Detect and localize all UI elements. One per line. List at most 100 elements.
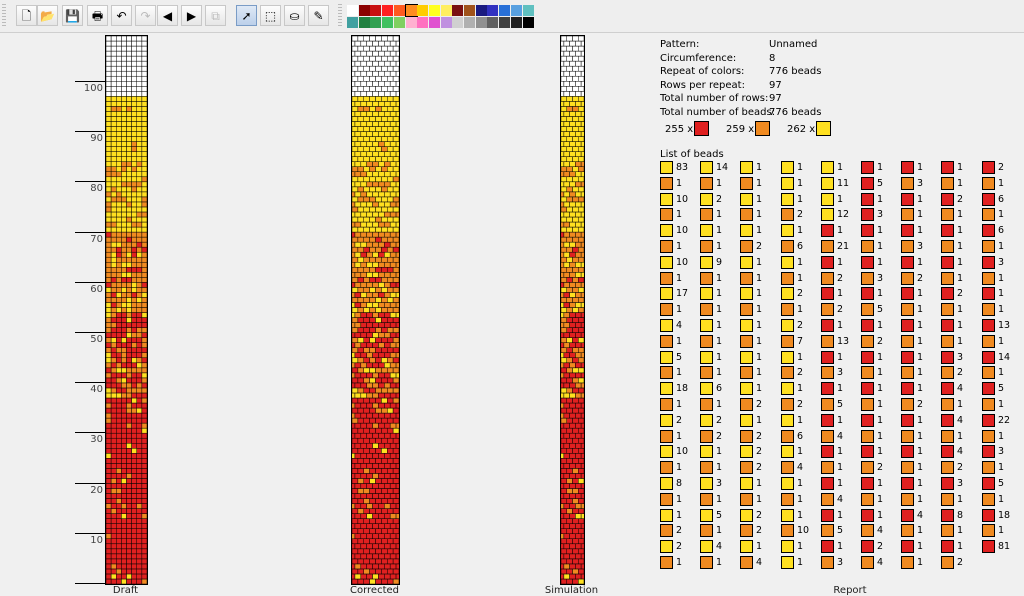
bead: [141, 161, 147, 167]
fill-bucket-icon[interactable]: ⛀: [284, 5, 305, 26]
bead: [141, 422, 147, 429]
palette-swatch[interactable]: [522, 17, 534, 28]
bead: [369, 106, 376, 112]
bead: [121, 498, 127, 504]
save-icon[interactable]: 💾: [62, 5, 83, 26]
bead-count: 2: [957, 193, 964, 205]
bead-swatch: [982, 161, 995, 174]
palette-swatch[interactable]: [382, 5, 394, 16]
bead: [352, 226, 359, 233]
palette-swatch[interactable]: [370, 5, 382, 16]
palette-grip[interactable]: [338, 4, 342, 28]
palette-swatch[interactable]: [510, 17, 522, 28]
bead: [354, 553, 362, 560]
bead: [116, 272, 122, 278]
bead: [389, 573, 397, 580]
palette-swatch[interactable]: [417, 5, 429, 16]
corrected-view[interactable]: [351, 35, 400, 585]
palette-swatch[interactable]: [358, 5, 370, 16]
bead: [352, 236, 359, 243]
palette-swatch[interactable]: [499, 17, 511, 28]
palette-swatch[interactable]: [370, 17, 382, 28]
palette-swatch[interactable]: [347, 17, 358, 28]
bead-count: 1: [797, 541, 804, 553]
bead: [352, 508, 359, 514]
open-folder-icon[interactable]: 📂: [37, 5, 58, 26]
palette-swatch[interactable]: [358, 17, 370, 28]
palette-swatch[interactable]: [522, 5, 534, 16]
redo-icon[interactable]: ↷: [135, 5, 156, 26]
bead: [375, 397, 382, 404]
bead: [392, 448, 399, 454]
palette-swatch[interactable]: [475, 17, 487, 28]
bead: [566, 437, 573, 444]
bead: [389, 221, 397, 228]
palette-swatch[interactable]: [417, 17, 429, 28]
bead: [106, 292, 112, 298]
bead: [126, 282, 132, 288]
palette-swatch[interactable]: [464, 5, 475, 16]
palette-swatch[interactable]: [404, 4, 418, 17]
shift-left-icon[interactable]: ◀: [157, 5, 178, 26]
bead: [384, 402, 391, 409]
bead: [136, 347, 143, 353]
bead: [121, 121, 127, 127]
new-file-icon[interactable]: 🗋: [16, 5, 37, 26]
bead: [372, 513, 379, 519]
bead: [381, 256, 388, 263]
palette-swatch[interactable]: [487, 17, 499, 28]
palette-swatch[interactable]: [499, 5, 511, 16]
bead-count: 1: [716, 335, 723, 347]
bead: [354, 312, 362, 318]
bead: [387, 377, 394, 384]
bead: [389, 322, 397, 328]
palette-swatch[interactable]: [382, 17, 394, 28]
palette-swatch[interactable]: [393, 17, 405, 28]
bead: [136, 317, 143, 323]
palette-swatch[interactable]: [428, 17, 440, 28]
bead: [141, 206, 147, 213]
color-picker-icon[interactable]: ✎: [308, 5, 329, 26]
bead: [387, 317, 394, 323]
print-icon[interactable]: 🖶: [87, 5, 108, 26]
rectangle-select-icon[interactable]: ⬚: [260, 5, 281, 26]
bead: [126, 201, 132, 208]
palette-swatch[interactable]: [487, 5, 499, 16]
undo-icon[interactable]: ↶: [111, 5, 132, 26]
bead: [578, 146, 584, 152]
bead: [572, 337, 579, 343]
bead: [141, 312, 147, 318]
toolbar-grip[interactable]: [2, 4, 6, 28]
bead: [369, 156, 376, 162]
simulation-view[interactable]: [560, 35, 585, 585]
copy-icon[interactable]: ⧉: [205, 5, 226, 26]
palette-swatch[interactable]: [405, 17, 417, 28]
bead-count: 1: [676, 209, 683, 221]
bead: [387, 287, 394, 293]
bead: [387, 75, 394, 82]
bead-swatch: [660, 224, 673, 238]
bead: [131, 513, 138, 519]
palette-swatch[interactable]: [347, 5, 358, 16]
select-pointer-icon[interactable]: ➚: [236, 5, 257, 26]
palette-swatch[interactable]: [440, 5, 452, 16]
bead: [384, 91, 391, 97]
draft-view[interactable]: [105, 35, 148, 585]
palette-swatch[interactable]: [475, 5, 487, 16]
bead: [106, 50, 112, 57]
bead: [575, 342, 582, 348]
palette-swatch[interactable]: [452, 5, 464, 16]
bead: [389, 302, 397, 308]
palette-swatch[interactable]: [428, 5, 440, 16]
shift-right-icon[interactable]: ▶: [181, 5, 202, 26]
bead: [136, 337, 143, 343]
bead: [357, 297, 365, 303]
palette-swatch[interactable]: [510, 5, 522, 16]
palette-swatch[interactable]: [393, 5, 405, 16]
palette-swatch[interactable]: [452, 17, 464, 28]
bead: [136, 498, 143, 504]
palette-swatch[interactable]: [464, 17, 475, 28]
bead: [387, 327, 394, 333]
bead: [116, 81, 122, 87]
palette-swatch[interactable]: [440, 17, 452, 28]
